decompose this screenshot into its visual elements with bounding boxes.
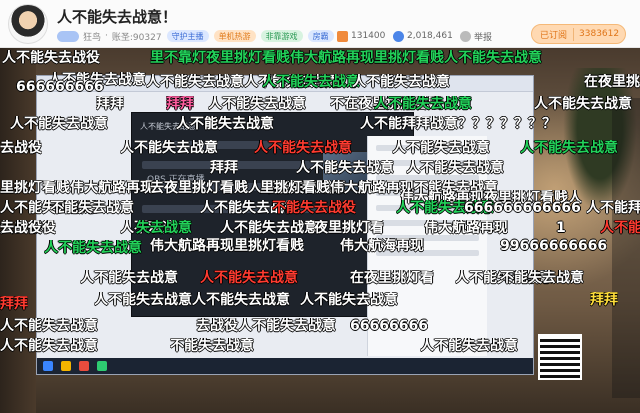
streamer-meta: 狂鸟 · 账圣:90327 守护主播 单机热游 非靠游戏 房霸 [57, 29, 334, 43]
danmaku-comment: 人不能失去战意 [296, 160, 394, 176]
danmaku-comment: 拜拜 [210, 160, 238, 176]
danmaku-comment: 99666666666 [500, 238, 608, 254]
danmaku-comment: 人不能失去战意 [520, 140, 618, 156]
account-label: 账圣:90327 [111, 32, 162, 43]
danmaku-comment: 拜拜 [166, 96, 194, 112]
follow-button[interactable]: 已订阅 3383612 [531, 24, 626, 44]
danmaku-comment: 人不能失去战意 [254, 140, 352, 156]
danmaku-comment: 失去战意 [136, 220, 192, 236]
report-button[interactable]: 举报 [460, 29, 492, 43]
danmaku-comment: 666666666 [16, 79, 104, 95]
danmaku-comment: 人不能失去战役 [2, 50, 100, 66]
danmaku-comment: 里不靠灯夜里挑灯看贱伟大航路再现里挑灯看贱人不能失去战意 [150, 50, 542, 66]
danmaku-comment: 拜拜 [96, 96, 124, 112]
danmaku-comment: 不能失去战意 [500, 270, 584, 286]
category-label[interactable]: 狂鸟 [83, 30, 101, 43]
danmaku-comment: 人不能失去战意 [534, 96, 632, 112]
stream-header: 人不能失去战意！ 狂鸟 · 账圣:90327 守护主播 单机热游 非靠游戏 房霸… [0, 0, 640, 48]
live-stream-page: { "streamer": { "title": "人不能失去战意！", "ca… [0, 0, 640, 413]
desktop-taskbar [37, 358, 533, 374]
badge-game[interactable]: 非靠游戏 [260, 30, 303, 42]
danmaku-comment: 人不能失去战意 [406, 160, 504, 176]
follow-count: 3383612 [579, 29, 620, 39]
danmaku-comment: 人不能失去战意 [10, 116, 108, 132]
video-player[interactable]: 人不能失去战意 OBS 正在直播 人不能失去战役 里不靠灯夜里挑灯看贱伟大航路再… [0, 48, 640, 413]
danmaku-comment: 人不能失去战意 [176, 116, 274, 132]
danmaku-comment: 人不能失去战意 [352, 74, 450, 90]
viewers-icon [337, 30, 348, 42]
stream-title: 人不能失去战意！ [57, 8, 178, 26]
danmaku-comment: 人不能失去战意 [44, 240, 142, 256]
guard-tag[interactable]: 守护主播 [166, 30, 209, 42]
danmaku-comment: 在夜里挑灯看 [584, 74, 640, 90]
badge-hot-games[interactable]: 单机热游 [213, 30, 256, 42]
danmaku-comment: 人不能拜 [600, 220, 640, 236]
danmaku-comment: 人不能失去战意 [0, 338, 98, 354]
danmaku-comment: 夜里挑灯看 [314, 220, 384, 236]
danmaku-comment: 伟大航路再现 [424, 220, 508, 236]
danmaku-comment: 人不能失去战意 [120, 140, 218, 156]
danmaku-comment: 人不能失去战意 [262, 74, 360, 90]
qr-code [538, 334, 582, 380]
danmaku-comment: 去战役 [0, 140, 42, 156]
streamer-avatar[interactable] [8, 4, 48, 44]
danmaku-comment: 人不能失去战意 [200, 270, 298, 286]
danmaku-comment: 人不能失去战意 [374, 96, 472, 112]
danmaku-comment: 66666666 [350, 318, 428, 334]
danmaku-comment: 在夜里挑灯看 [350, 270, 434, 286]
danmaku-comment: 人不能失去战意 [300, 292, 398, 308]
viewers-count: 131400 [351, 31, 386, 41]
folder-icon [61, 361, 71, 371]
heat-icon [393, 30, 404, 42]
badge-room[interactable]: 房霸 [307, 30, 334, 42]
danmaku-comment: 人不能拜拜战意？？？？？？？ [360, 116, 556, 132]
danmaku-comment: 人不能失去战意 [392, 140, 490, 156]
app-icon [79, 361, 89, 371]
danmaku-comment: 去战役 [0, 220, 42, 236]
danmaku-comment: 人不能失去战意 [94, 292, 192, 308]
danmaku-comment: 人不能失去战意 [0, 318, 98, 334]
report-icon [460, 30, 471, 42]
level-badge-icon [57, 30, 79, 42]
app-icon [97, 361, 107, 371]
danmaku-comment: 1 [556, 220, 566, 236]
danmaku-comment: 人不能拜拜 [586, 200, 640, 216]
follow-label: 已订阅 [540, 27, 575, 41]
danmaku-comment: 人不能失去战意 [80, 270, 178, 286]
danmaku-comment: 伟大航海再现 [340, 238, 424, 254]
viewers-stat: 131400 [337, 29, 385, 43]
danmaku-comment: 666666666666 [464, 200, 581, 216]
heat-count: 2,018,461 [407, 31, 453, 41]
start-icon [43, 361, 53, 371]
report-label: 举报 [474, 32, 493, 43]
danmaku-comment: 不能失去战意 [50, 200, 134, 216]
meta-separator: · [105, 31, 108, 41]
danmaku-comment: 里挑灯看贱伟大航路再现 [0, 180, 154, 196]
danmaku-comment: 人不能失去战意 [208, 96, 306, 112]
danmaku-comment: 不能失去战役 [272, 200, 356, 216]
danmaku-comment: 拜拜 [0, 296, 28, 312]
danmaku-comment: 拜拜 [590, 292, 618, 308]
heat-stat: 2,018,461 [393, 29, 453, 43]
danmaku-comment: 不能失去战意 [170, 338, 254, 354]
danmaku-comment: 人不能失去战意 [420, 338, 518, 354]
danmaku-comment: 去战役人不能失去战意 [196, 318, 336, 334]
danmaku-comment: 伟大航路再现里挑灯看贱 [150, 238, 304, 254]
danmaku-comment: 人不能失去战意 [192, 292, 290, 308]
danmaku-comment: 人不能失去战意 [220, 220, 318, 236]
